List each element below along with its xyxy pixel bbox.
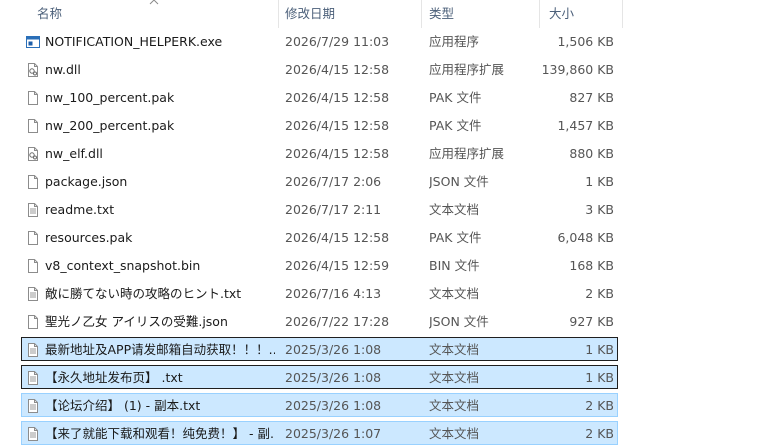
file-size: 1,506 KB — [557, 34, 614, 49]
file-size: 927 KB — [569, 314, 614, 329]
dll-icon — [25, 62, 41, 78]
file-modified: 2026/4/15 12:58 — [285, 118, 390, 133]
column-header-modified[interactable]: 修改日期 — [285, 0, 335, 28]
file-size: 139,860 KB — [541, 62, 614, 77]
file-icon — [25, 174, 41, 190]
file-type: 文本文档 — [429, 286, 480, 301]
file-size: 1 KB — [585, 342, 614, 357]
file-row[interactable]: resources.pak 2026/4/15 12:58 PAK 文件 6,048 … — [0, 224, 759, 252]
file-modified: 2025/3/26 1:08 — [285, 370, 382, 385]
file-size: 3 KB — [585, 202, 614, 217]
file-icon — [25, 314, 41, 330]
file-type: 应用程序 — [429, 34, 480, 49]
file-type: JSON 文件 — [429, 174, 489, 189]
text-file-icon — [25, 398, 41, 414]
exe-icon — [25, 34, 41, 50]
file-type: 文本文档 — [429, 342, 480, 357]
file-type: PAK 文件 — [429, 118, 482, 133]
file-size: 2 KB — [585, 426, 614, 441]
file-type: BIN 文件 — [429, 258, 480, 273]
file-modified: 2026/4/15 12:59 — [285, 258, 390, 273]
file-icon — [25, 90, 41, 106]
text-file-icon — [25, 286, 41, 302]
file-type: 文本文档 — [429, 370, 480, 385]
file-type: 文本文档 — [429, 426, 480, 441]
file-name: package.json — [45, 174, 128, 189]
file-icon — [25, 118, 41, 134]
file-modified: 2025/3/26 1:08 — [285, 398, 382, 413]
dll-icon — [25, 146, 41, 162]
file-modified: 2025/3/26 1:07 — [285, 426, 382, 441]
file-size: 1 KB — [585, 174, 614, 189]
file-row[interactable]: package.json 2026/7/17 2:06 JSON 文件 1 KB — [0, 168, 759, 196]
column-header-type[interactable]: 类型 — [429, 0, 454, 28]
column-divider[interactable] — [539, 0, 540, 28]
file-name: nw_100_percent.pak — [45, 90, 175, 105]
file-modified: 2026/4/15 12:58 — [285, 146, 390, 161]
file-modified: 2026/7/17 2:06 — [285, 174, 382, 189]
column-header-name[interactable]: 名称 — [37, 0, 62, 28]
file-icon — [25, 258, 41, 274]
column-divider[interactable] — [622, 0, 623, 28]
file-name: nw_elf.dll — [45, 146, 103, 161]
file-row[interactable]: nw.dll 2026/4/15 12:58 应用程序扩展 139,860 KB — [0, 56, 759, 84]
file-row[interactable]: nw_elf.dll 2026/4/15 12:58 应用程序扩展 880 KB — [0, 140, 759, 168]
file-row[interactable]: 【永久地址发布页】 .txt 2025/3/26 1:08 文本文档 1 KB — [0, 364, 759, 392]
file-name: NOTIFICATION_HELPERK.exe — [45, 34, 223, 49]
column-divider[interactable] — [278, 0, 279, 28]
file-size: 6,048 KB — [557, 230, 614, 245]
file-row[interactable]: nw_200_percent.pak 2026/4/15 12:58 PAK 文件 1… — [0, 112, 759, 140]
file-modified: 2026/4/15 12:58 — [285, 62, 390, 77]
text-file-icon — [25, 342, 41, 358]
file-type: PAK 文件 — [429, 90, 482, 105]
file-icon — [25, 230, 41, 246]
file-modified: 2026/7/17 2:11 — [285, 202, 382, 217]
file-size: 1 KB — [585, 370, 614, 385]
file-name: 最新地址及APP请发邮箱自动获取！！！... — [45, 342, 275, 357]
file-size: 880 KB — [569, 146, 614, 161]
file-modified: 2025/3/26 1:08 — [285, 342, 382, 357]
column-header: 名称 修改日期 类型 大小 — [0, 0, 759, 28]
file-type: PAK 文件 — [429, 230, 482, 245]
file-name: resources.pak — [45, 230, 133, 245]
file-type: JSON 文件 — [429, 314, 489, 329]
file-size: 2 KB — [585, 398, 614, 413]
column-header-size[interactable]: 大小 — [549, 0, 574, 28]
column-divider[interactable] — [421, 0, 422, 28]
file-row[interactable]: 最新地址及APP请发邮箱自动获取！！！... 2025/3/26 1:08 文本文档… — [0, 336, 759, 364]
file-size: 1,457 KB — [557, 118, 614, 133]
file-modified: 2026/7/22 17:28 — [285, 314, 390, 329]
file-name: nw.dll — [45, 62, 81, 77]
file-type: 文本文档 — [429, 398, 480, 413]
file-size: 827 KB — [569, 90, 614, 105]
file-row[interactable]: v8_context_snapshot.bin 2026/4/15 12:59 BI… — [0, 252, 759, 280]
file-name: 聖光ノ乙女 アイリスの受難.json — [45, 314, 228, 329]
file-modified: 2026/4/15 12:58 — [285, 230, 390, 245]
file-modified: 2026/7/16 4:13 — [285, 286, 382, 301]
file-modified: 2026/7/29 11:03 — [285, 34, 390, 49]
file-name: nw_200_percent.pak — [45, 118, 175, 133]
file-type: 文本文档 — [429, 202, 480, 217]
file-row[interactable]: NOTIFICATION_HELPERK.exe 2026/7/29 11:03 应… — [0, 28, 759, 56]
file-type: 应用程序扩展 — [429, 146, 505, 161]
file-name: 【永久地址发布页】 .txt — [45, 370, 183, 385]
file-name: readme.txt — [45, 202, 115, 217]
file-name: v8_context_snapshot.bin — [45, 258, 201, 273]
file-row[interactable]: 敵に勝てない時の攻略のヒント.txt 2026/7/16 4:13 文本文档 2 KB — [0, 280, 759, 308]
file-type: 应用程序扩展 — [429, 62, 505, 77]
file-name: 【论坛介绍】 (1) - 副本.txt — [45, 398, 201, 413]
file-name: 【来了就能下载和观看！纯免费！】 - 副... — [45, 426, 275, 441]
file-row[interactable]: nw_100_percent.pak 2026/4/15 12:58 PAK 文件 8… — [0, 84, 759, 112]
file-row[interactable]: readme.txt 2026/7/17 2:11 文本文档 3 KB — [0, 196, 759, 224]
file-row[interactable]: 聖光ノ乙女 アイリスの受難.json 2026/7/22 17:28 JSON 文件… — [0, 308, 759, 336]
file-row[interactable]: 【论坛介绍】 (1) - 副本.txt 2025/3/26 1:08 文本文档 2 K… — [0, 392, 759, 420]
file-modified: 2026/4/15 12:58 — [285, 90, 390, 105]
file-name: 敵に勝てない時の攻略のヒント.txt — [45, 286, 242, 301]
file-row[interactable]: 【来了就能下载和观看！纯免费！】 - 副... 2025/3/26 1:07 文本文… — [0, 420, 759, 448]
text-file-icon — [25, 202, 41, 218]
file-size: 168 KB — [569, 258, 614, 273]
text-file-icon — [25, 370, 41, 386]
file-size: 2 KB — [585, 286, 614, 301]
sort-ascending-icon — [149, 0, 159, 5]
